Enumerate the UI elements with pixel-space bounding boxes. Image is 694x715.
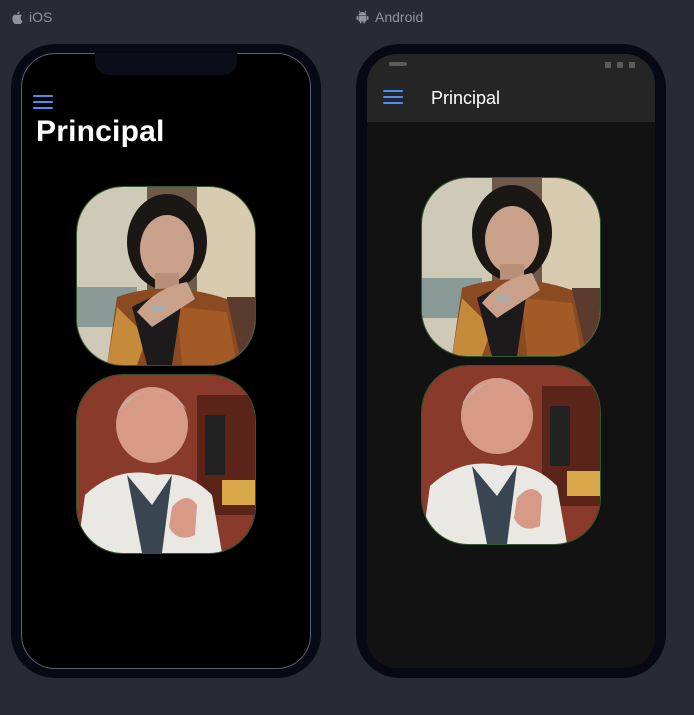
android-status-bar	[367, 54, 655, 74]
woman-portrait-photo	[77, 187, 255, 365]
apple-icon	[12, 11, 23, 24]
woman-portrait-photo	[422, 178, 600, 356]
status-pill	[389, 62, 407, 66]
android-device-frame: Principal	[356, 44, 666, 678]
ios-screen: Principal	[21, 53, 311, 669]
ios-platform-label: iOS	[12, 8, 52, 26]
android-app-bar: Principal	[367, 74, 655, 122]
page-title: Principal	[36, 115, 165, 148]
ios-notch	[95, 53, 237, 75]
hamburger-menu-icon[interactable]	[33, 95, 53, 113]
android-label-text: Android	[375, 9, 424, 25]
man-portrait-photo	[422, 366, 600, 544]
android-platform-label: Android	[356, 8, 423, 26]
status-icon	[605, 62, 611, 68]
hamburger-menu-icon[interactable]	[383, 90, 403, 108]
page-title: Principal	[431, 88, 501, 108]
ios-label-text: iOS	[29, 9, 53, 25]
man-portrait-photo	[77, 375, 255, 553]
android-screen: Principal	[367, 54, 655, 668]
android-icon	[356, 10, 369, 24]
status-icon	[629, 62, 635, 68]
status-icon	[617, 62, 623, 68]
ios-device-frame: Principal	[11, 44, 321, 678]
